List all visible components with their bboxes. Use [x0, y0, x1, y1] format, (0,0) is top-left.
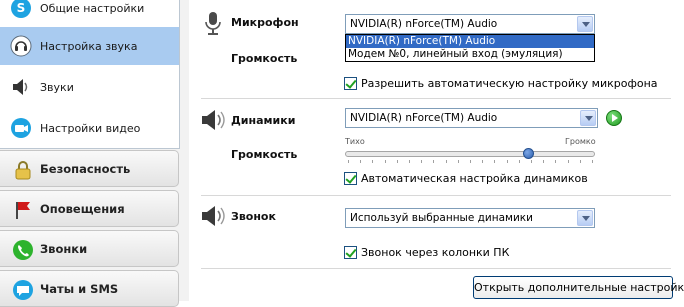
slider-tick — [567, 160, 569, 163]
speakers-select-value: NVIDIA(R) nForce(TM) Audio — [350, 112, 498, 124]
divider — [201, 268, 671, 269]
headset-icon — [10, 35, 32, 57]
slider-tick — [409, 160, 410, 163]
sidebar-category-chats[interactable]: Чаты и SMS — [0, 270, 179, 307]
general-subpanel: S Общие настройки Настройка звука Звуки … — [0, 0, 180, 149]
slider-min-label: Тихо — [345, 137, 365, 146]
slider-tick — [348, 160, 349, 163]
phone-icon — [12, 239, 34, 261]
microphone-auto-adjust-label[interactable]: Разрешить автоматическую настройку микро… — [361, 77, 658, 90]
chat-icon — [12, 279, 34, 301]
speakers-volume-label: Громкость — [231, 148, 298, 161]
chevron-down-icon[interactable] — [577, 210, 593, 226]
slider-tick — [384, 160, 386, 163]
slider-thumb[interactable] — [522, 148, 534, 159]
slider-tick — [494, 160, 496, 163]
webcam-icon — [10, 117, 32, 139]
slider-tick — [396, 160, 398, 163]
sidebar-category-label: Оповещения — [40, 202, 125, 216]
sidebar-item-general-settings[interactable]: S Общие настройки — [0, 0, 179, 26]
sidebar-category-label: Звонки — [40, 242, 88, 256]
microphone-option-modem[interactable]: Модем №0, линейный вход (эмуляция) — [346, 48, 594, 61]
slider-max-label: Громко — [565, 137, 596, 146]
slider-tick — [592, 160, 593, 163]
slider-tick — [433, 160, 435, 163]
sidebar-item-label: Звуки — [40, 80, 74, 94]
microphone-auto-adjust-checkbox[interactable] — [344, 77, 357, 90]
slider-tick — [421, 160, 423, 163]
sidebar-category-label: Безопасность — [40, 162, 131, 176]
slider-tick — [372, 160, 374, 163]
microphone-select[interactable]: NVIDIA(R) nForce(TM) Audio — [345, 14, 595, 34]
sidebar-item-label: Настройка звука — [40, 39, 138, 53]
ringer-speaker-icon — [200, 203, 226, 229]
microphone-select-value: NVIDIA(R) nForce(TM) Audio — [350, 18, 498, 30]
lock-icon — [12, 159, 34, 181]
divider — [201, 98, 671, 99]
divider — [201, 195, 671, 196]
svg-text:S: S — [17, 1, 26, 15]
options-sidebar: S Общие настройки Настройка звука Звуки … — [0, 0, 189, 307]
ringer-label: Звонок — [231, 210, 276, 223]
ringer-select-value: Используй выбранные динамики — [350, 212, 533, 224]
speakers-auto-adjust-label[interactable]: Автоматическая настройка динамиков — [361, 172, 588, 185]
slider-tick — [445, 160, 447, 163]
microphone-dropdown-list: NVIDIA(R) nForce(TM) Audio Модем №0, лин… — [345, 34, 595, 62]
open-advanced-settings-button[interactable]: Открыть дополнительные настройки — [473, 276, 684, 299]
ringer-pc-speaker-checkbox[interactable] — [344, 246, 357, 259]
skype-icon: S — [10, 0, 32, 19]
slider-tick — [482, 160, 484, 163]
slider-tick — [506, 160, 508, 163]
speaker-icon — [200, 107, 226, 133]
microphone-volume-label: Громкость — [231, 52, 298, 65]
slider-tick — [360, 160, 362, 163]
sidebar-category-label: Чаты и SMS — [40, 282, 119, 296]
slider-tick — [579, 160, 581, 163]
sidebar-category-security[interactable]: Безопасность — [0, 150, 179, 187]
slider-tick — [518, 160, 520, 163]
microphone-label: Микрофон — [231, 16, 299, 29]
flag-icon — [12, 199, 34, 221]
sidebar-category-notifications[interactable]: Оповещения — [0, 190, 179, 227]
speaker-icon — [10, 76, 32, 98]
ringer-select[interactable]: Используй выбранные динамики — [345, 208, 595, 228]
microphone-option-nvidia[interactable]: NVIDIA(R) nForce(TM) Audio — [346, 35, 594, 48]
chevron-down-icon[interactable] — [580, 110, 596, 126]
sidebar-category-calls[interactable]: Звонки — [0, 230, 179, 267]
ringer-pc-speaker-label[interactable]: Звонок через колонки ПК — [361, 246, 509, 259]
speakers-auto-adjust-checkbox[interactable] — [344, 172, 357, 185]
sidebar-item-sound-settings[interactable]: Настройка звука — [0, 27, 179, 65]
slider-tick — [555, 160, 557, 163]
play-test-sound-button[interactable] — [606, 110, 622, 126]
sidebar-item-video-settings[interactable]: Настройки видео — [0, 110, 179, 146]
speakers-select[interactable]: NVIDIA(R) nForce(TM) Audio — [345, 108, 598, 128]
slider-tick — [457, 160, 459, 163]
chevron-down-icon[interactable] — [577, 16, 593, 32]
slider-tick — [543, 160, 545, 163]
speakers-label: Динамики — [231, 114, 296, 127]
sidebar-item-sounds[interactable]: Звуки — [0, 69, 179, 105]
slider-tick — [470, 160, 471, 163]
sidebar-item-label: Общие настройки — [40, 1, 145, 15]
slider-track[interactable] — [345, 151, 595, 157]
microphone-icon — [200, 10, 226, 36]
sidebar-item-label: Настройки видео — [40, 121, 141, 135]
slider-tick — [531, 160, 532, 163]
